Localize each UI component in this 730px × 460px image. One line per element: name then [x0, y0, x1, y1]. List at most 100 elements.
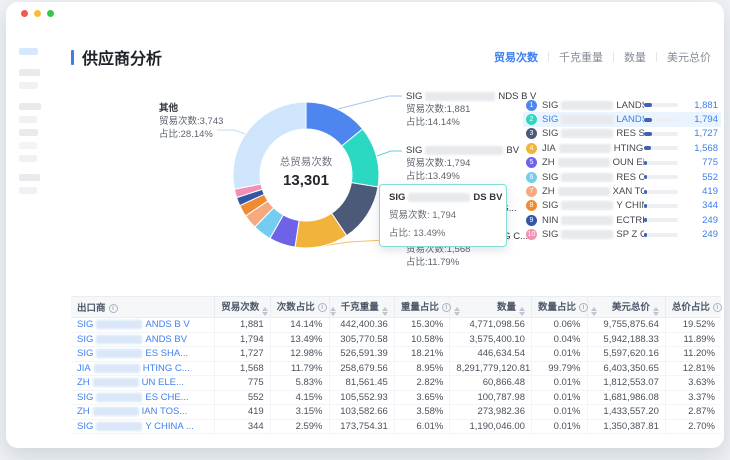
rank-bar	[644, 118, 678, 122]
rank-badge: 1	[526, 100, 537, 111]
column-header[interactable]: 贸易次数	[215, 297, 271, 318]
ranking-row[interactable]: 1SIGLANDS B V1,881	[523, 98, 721, 112]
info-icon[interactable]	[318, 303, 327, 312]
redaction-box	[425, 146, 503, 155]
page-title: 供应商分析	[71, 45, 162, 69]
table-cell: 526,591.39	[329, 347, 394, 362]
rank-value: 1,794	[686, 114, 718, 125]
table-cell: 305,770.58	[329, 332, 394, 347]
redaction-box	[561, 201, 613, 210]
rank-value: 1,727	[686, 128, 718, 139]
sort-icon[interactable]	[519, 307, 525, 316]
redaction-box	[96, 393, 142, 402]
redaction-box	[558, 187, 610, 196]
sort-icon[interactable]	[382, 307, 388, 316]
app-window: 供应商分析 贸易次数 千克重量 数量 美元总价 总贸易次数	[6, 2, 724, 448]
table-cell: 1,681,986.08	[587, 390, 665, 405]
exporter-name-link[interactable]: SIGANDS B V	[71, 318, 215, 333]
callout-2: SIGBV 贸易次数:1,794 占比:13.49%	[406, 144, 519, 183]
exporter-name-link[interactable]: SIGY CHINA ...	[71, 419, 215, 434]
column-header[interactable]: 千克重量	[329, 297, 394, 318]
exporter-name-link[interactable]: ZHUN ELE...	[71, 376, 215, 391]
ranking-row[interactable]: 2SIGLANDS BV1,794	[523, 112, 721, 126]
donut-total-value: 13,301	[261, 172, 351, 189]
rank-badge: 5	[526, 157, 537, 168]
table-cell: 0.04%	[531, 332, 587, 347]
table-cell: 11.79%	[270, 361, 329, 376]
sort-icon[interactable]	[653, 307, 659, 316]
table-cell: 1,568	[215, 361, 271, 376]
tab-kg-weight[interactable]: 千克重量	[549, 49, 613, 65]
table-cell: 2.87%	[665, 405, 721, 420]
supplier-name: SIGRES SHA...	[542, 128, 644, 139]
column-header: 出口商	[71, 297, 215, 318]
column-header[interactable]: 美元总价	[587, 297, 665, 318]
ranking-row[interactable]: 9NINECTRIC ...249	[523, 213, 721, 227]
redaction-box	[561, 216, 613, 225]
redaction-box	[93, 378, 139, 387]
column-header[interactable]: 数量占比	[531, 297, 587, 318]
ranking-row[interactable]: 3SIGRES SHA...1,727	[523, 127, 721, 141]
column-header[interactable]: 重量占比	[394, 297, 450, 318]
rank-badge: 7	[526, 186, 537, 197]
info-icon[interactable]	[109, 304, 118, 313]
column-header[interactable]: 数量	[450, 297, 532, 318]
ranking-row[interactable]: 6SIGRES CHE...552	[523, 170, 721, 184]
table-cell: 3.63%	[665, 376, 721, 391]
supplier-name: SIGY CHINA ...	[542, 200, 644, 211]
info-icon[interactable]	[442, 303, 451, 312]
column-header[interactable]: 次数占比	[270, 297, 329, 318]
table-cell: 13.49%	[270, 332, 329, 347]
column-header[interactable]: 总价占比	[665, 297, 721, 318]
exporter-name-link[interactable]: ZHIAN TOS...	[71, 405, 215, 420]
table-row: SIGES SHA...1,72712.98%526,591.3918.21%4…	[71, 347, 721, 362]
table-cell: 100,787.98	[450, 390, 532, 405]
rank-value: 775	[686, 157, 718, 168]
supplier-name: SIGRES CHE...	[542, 172, 644, 183]
tab-quantity[interactable]: 数量	[614, 49, 656, 65]
table-cell: 3.15%	[270, 405, 329, 420]
exporter-name-link[interactable]: JIAHTING C...	[71, 361, 215, 376]
supplier-name: JIAHTING C...	[542, 143, 644, 154]
info-icon[interactable]	[579, 303, 588, 312]
exporter-name-link[interactable]: SIGES SHA...	[71, 347, 215, 362]
rank-bar	[644, 103, 678, 107]
ranking-row[interactable]: 10SIGSP Z O O249	[523, 228, 721, 242]
tab-trade-count[interactable]: 贸易次数	[484, 49, 548, 65]
rank-badge: 10	[526, 229, 537, 240]
close-window-icon[interactable]	[21, 10, 28, 17]
table-cell: 1,794	[215, 332, 271, 347]
sort-icon[interactable]	[262, 307, 268, 316]
table-cell: 12.98%	[270, 347, 329, 362]
rank-bar	[644, 132, 678, 136]
table-cell: 344	[215, 419, 271, 434]
redaction-box	[96, 335, 142, 344]
maximize-window-icon[interactable]	[47, 10, 54, 17]
ranking-row[interactable]: 4JIAHTING C...1,568	[523, 141, 721, 155]
ranking-row[interactable]: 7ZHXAN TOS...419	[523, 184, 721, 198]
minimize-window-icon[interactable]	[34, 10, 41, 17]
rank-value: 249	[686, 229, 718, 240]
table-cell: 60,866.48	[450, 376, 532, 391]
tab-usd-total[interactable]: 美元总价	[657, 49, 721, 65]
exporter-name-link[interactable]: SIGANDS BV	[71, 332, 215, 347]
sort-icon[interactable]	[591, 307, 597, 316]
ranking-row[interactable]: 5ZHOUN ELE...775	[523, 156, 721, 170]
redaction-box	[93, 407, 139, 416]
redaction-box	[559, 144, 611, 153]
ranking-row[interactable]: 8SIGY CHINA ...344	[523, 199, 721, 213]
sort-icon[interactable]	[454, 307, 460, 316]
exporter-name-link[interactable]: SIGES CHE...	[71, 390, 215, 405]
sidebar-skeleton-item	[19, 174, 40, 181]
sidebar-skeleton-item	[19, 116, 37, 123]
table-cell: 3.65%	[394, 390, 450, 405]
rank-bar	[644, 218, 678, 222]
sort-icon[interactable]	[330, 307, 336, 316]
table-cell: 0.01%	[531, 347, 587, 362]
sidebar-skeleton-item	[19, 155, 37, 162]
info-icon[interactable]	[713, 303, 722, 312]
table-cell: 1,433,557.20	[587, 405, 665, 420]
callout-1: SIGNDS B V 贸易次数:1,881 占比:14.14%	[406, 90, 536, 129]
table-cell: 11.20%	[665, 347, 721, 362]
table-cell: 4,771,098.56	[450, 318, 532, 333]
